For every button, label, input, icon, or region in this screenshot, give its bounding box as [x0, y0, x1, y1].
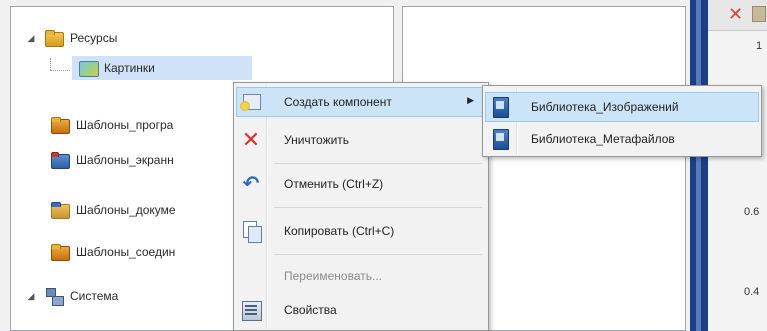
folder-icon — [50, 243, 70, 261]
submenu-arrow-icon: ▶ — [467, 95, 474, 105]
folder-icon — [44, 29, 64, 47]
menu-item-label: Создать компонент — [284, 95, 392, 109]
properties-icon — [236, 295, 266, 325]
submenu-item-label: Библиотека_Изображений — [531, 100, 679, 114]
tree-item-label: Система — [70, 289, 119, 303]
screen-folder-icon — [50, 151, 70, 169]
image-folder-icon — [78, 59, 99, 77]
menu-item-label: Переименовать... — [284, 269, 382, 283]
menu-item-label: Свойства — [284, 303, 337, 317]
delete-icon: ✕ — [241, 127, 261, 152]
menu-item-delete[interactable]: ✕ Уничтожить — [236, 125, 486, 155]
tree-connector-line — [50, 70, 70, 71]
axis-value: 0.6 — [744, 206, 760, 218]
create-component-icon — [236, 87, 266, 117]
axis-value: 0.4 — [744, 286, 760, 298]
menu-item-rename[interactable]: Переименовать... — [236, 261, 486, 291]
toolbar-tool-icon[interactable] — [752, 6, 766, 22]
menu-item-copy[interactable]: Копировать (Ctrl+C) — [236, 216, 486, 246]
menu-item-label: Отменить (Ctrl+Z) — [284, 177, 384, 191]
tree-item-label: Ресурсы — [70, 31, 118, 45]
tree-item-label: Картинки — [104, 61, 155, 75]
tree-item-screen-templates[interactable]: Шаблоны_экранн — [50, 148, 174, 172]
right-toolbar: ✕ — [708, 0, 767, 31]
folder-icon — [50, 116, 70, 134]
tree-item-system[interactable]: ◢ Система — [24, 284, 118, 308]
library-icon — [485, 124, 515, 154]
menu-separator — [274, 207, 482, 208]
tree-item-program-templates[interactable]: Шаблоны_програ — [50, 113, 173, 137]
library-icon — [485, 92, 515, 122]
menu-separator — [274, 163, 482, 164]
expand-arrow-icon[interactable]: ◢ — [24, 291, 38, 302]
tree-item-resources[interactable]: ◢ Ресурсы — [24, 26, 117, 50]
submenu-item-metafile-library[interactable]: Библиотека_Метафайлов — [485, 124, 759, 154]
axis-value: 1 — [756, 40, 763, 52]
splitter-bar[interactable] — [690, 0, 708, 331]
menu-item-label: Уничтожить — [284, 133, 350, 147]
tree-connector-line — [50, 58, 51, 70]
expand-arrow-icon[interactable]: ◢ — [24, 33, 38, 44]
tree-item-label: Шаблоны_экранн — [76, 153, 174, 167]
menu-item-label: Копировать (Ctrl+C) — [284, 224, 395, 238]
tree-item-label: Шаблоны_програ — [76, 118, 174, 132]
copy-icon — [236, 216, 266, 246]
menu-icon-gutter — [266, 85, 268, 328]
tree-item-connection-templates[interactable]: Шаблоны_соедин — [50, 240, 175, 264]
right-chart-panel: ✕ 1 0.6 0.4 — [708, 0, 767, 331]
menu-separator — [274, 254, 482, 255]
tree-item-document-templates[interactable]: Шаблоны_докуме — [50, 198, 176, 222]
delete-icon[interactable]: ✕ — [728, 4, 743, 25]
tree-item-label: Шаблоны_докуме — [76, 203, 176, 217]
context-menu: Создать компонент ▶ ✕ Уничтожить ↶ Отмен… — [233, 82, 489, 331]
menu-item-undo[interactable]: ↶ Отменить (Ctrl+Z) — [236, 169, 486, 199]
submenu-item-label: Библиотека_Метафайлов — [531, 132, 675, 146]
create-component-submenu: Библиотека_Изображений Библиотека_Метафа… — [482, 85, 762, 157]
rename-icon — [236, 261, 266, 291]
submenu-item-image-library[interactable]: Библиотека_Изображений — [485, 92, 759, 122]
system-network-icon — [44, 287, 64, 306]
folder-icon — [50, 201, 70, 219]
tree-item-pictures[interactable]: Картинки — [78, 56, 155, 80]
menu-item-properties[interactable]: Свойства — [236, 295, 486, 325]
tree-item-label: Шаблоны_соедин — [76, 245, 176, 259]
menu-item-create-component[interactable]: Создать компонент ▶ — [236, 87, 486, 117]
undo-icon: ↶ — [242, 173, 260, 195]
